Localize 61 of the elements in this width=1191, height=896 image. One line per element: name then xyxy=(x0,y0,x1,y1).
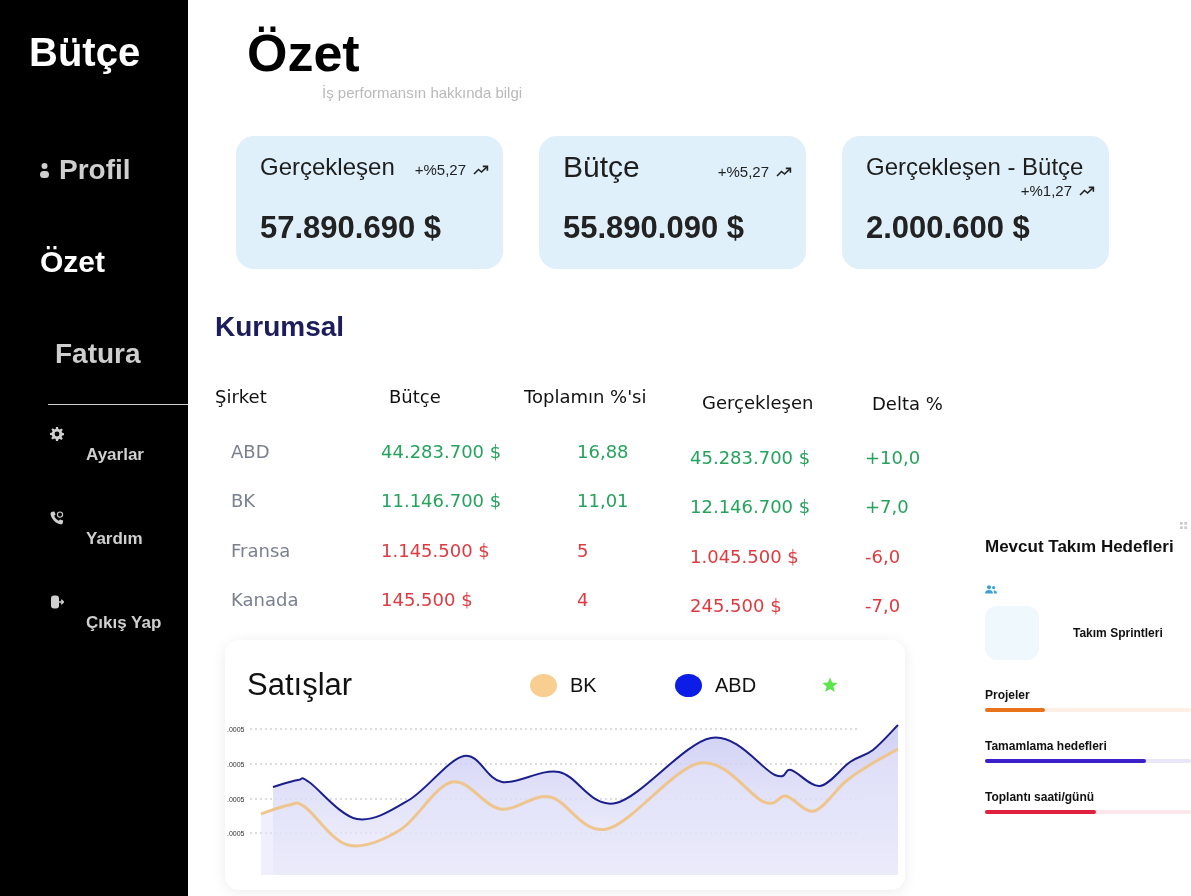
table-cell: 45.283.700 $ xyxy=(690,447,811,469)
column-header: Bütçe xyxy=(389,386,441,407)
section-title: Kurumsal xyxy=(215,310,345,344)
table-cell: 1.145.500 $ xyxy=(381,539,490,561)
table-cell: 1.045.500 $ xyxy=(690,545,799,567)
gear-icon xyxy=(50,427,64,441)
trend-up-icon xyxy=(776,167,792,177)
sprint-label: Takım Sprintleri xyxy=(1073,626,1163,640)
table-cell: 5 xyxy=(577,539,589,561)
goal-label: Tamamlama hedefleri xyxy=(985,738,1107,754)
column-header: Toplamın %'si xyxy=(524,386,647,407)
goal-label: Projeler xyxy=(985,687,1030,703)
person-icon xyxy=(40,162,49,178)
table-cell: ABD xyxy=(231,441,270,463)
nav-item[interactable]: Yardım xyxy=(50,511,143,549)
table-cell: 44.283.700 $ xyxy=(381,441,502,463)
trend-up-icon xyxy=(1079,186,1095,196)
brand-title: Bütçe xyxy=(29,29,141,76)
table-cell: 11,01 xyxy=(577,490,629,512)
table-cell: Kanada xyxy=(231,589,299,611)
column-header: Şirket xyxy=(215,386,267,407)
table-cell: -7,0 xyxy=(865,595,901,617)
card-change: +%5,27 xyxy=(717,163,769,181)
nav-item[interactable]: Çıkış Yap xyxy=(50,595,162,633)
card-change: +%1,27 xyxy=(1020,182,1072,200)
card-label: Bütçe xyxy=(563,152,640,182)
nav-item[interactable]: Fatura xyxy=(55,334,141,374)
grid-icon[interactable] xyxy=(1180,522,1187,529)
panel-title: Mevcut Takım Hedefleri xyxy=(985,536,1174,558)
page-subtitle: İş performansın hakkında bilgi xyxy=(322,83,523,103)
table-cell: +7,0 xyxy=(865,496,909,518)
page-title: Özet xyxy=(247,23,360,83)
card-label: Gerçekleşen xyxy=(260,152,395,182)
nav-item[interactable]: Özet xyxy=(40,242,105,282)
table-cell: -6,0 xyxy=(865,545,901,567)
column-header: Delta % xyxy=(872,393,943,414)
table-cell: 16,88 xyxy=(577,441,629,463)
table-cell: BK xyxy=(231,490,256,512)
goal-label: Toplantı saati/günü xyxy=(985,789,1095,805)
column-header: Gerçekleşen xyxy=(702,392,814,413)
table-cell: Fransa xyxy=(231,539,291,561)
card-value: 55.890.090 $ xyxy=(563,209,744,247)
legend-label: BK xyxy=(570,673,597,697)
team-icon xyxy=(985,585,997,594)
table-cell: 145.500 $ xyxy=(381,589,473,611)
nav-item[interactable]: Profil xyxy=(40,150,131,190)
chart-title: Satışlar xyxy=(247,667,353,704)
table-cell: +10,0 xyxy=(865,447,921,469)
card-change: +%5,27 xyxy=(414,161,466,179)
card-value: 57.890.690 $ xyxy=(260,209,441,247)
nav-item[interactable]: Ayarlar xyxy=(50,427,144,465)
table-cell: 11.146.700 $ xyxy=(381,490,502,512)
phone-icon xyxy=(50,511,64,525)
card-label: Gerçekleşen - Bütçe xyxy=(866,152,1084,182)
trend-up-icon xyxy=(473,165,489,175)
exit-icon xyxy=(50,595,64,609)
table-cell: 245.500 $ xyxy=(690,595,782,617)
table-cell: 4 xyxy=(577,589,589,611)
legend-label: ABD xyxy=(715,673,757,697)
card-value: 2.000.600 $ xyxy=(866,209,1030,247)
table-cell: 12.146.700 $ xyxy=(690,496,811,518)
